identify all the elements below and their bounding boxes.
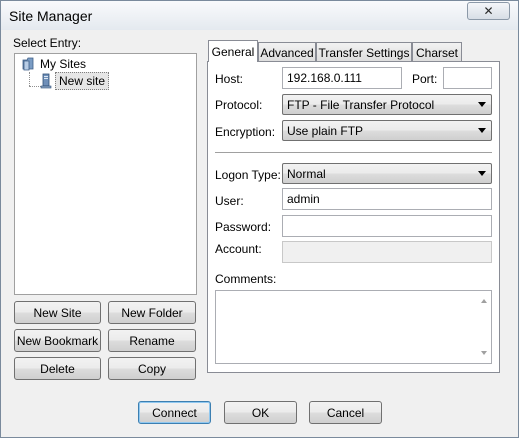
tab-charset[interactable]: Charset bbox=[412, 42, 462, 62]
logon-type-select[interactable]: Normal bbox=[282, 163, 492, 184]
connect-button[interactable]: Connect bbox=[138, 401, 211, 424]
account-input bbox=[282, 241, 492, 263]
computer-icon bbox=[40, 73, 52, 89]
close-button[interactable]: ✕ bbox=[467, 2, 510, 20]
protocol-select-value: FTP - File Transfer Protocol bbox=[287, 98, 435, 112]
ok-button[interactable]: OK bbox=[224, 401, 297, 424]
encryption-select[interactable]: Use plain FTP bbox=[282, 120, 492, 141]
divider bbox=[215, 152, 492, 154]
protocol-label: Protocol: bbox=[215, 98, 263, 112]
folder-icon bbox=[22, 57, 34, 71]
logon-type-label: Logon Type: bbox=[215, 168, 281, 182]
scroll-up-arrow-icon[interactable] bbox=[481, 299, 487, 303]
chevron-down-icon bbox=[478, 128, 486, 133]
delete-button[interactable]: Delete bbox=[14, 357, 101, 380]
tree-item-label: New site bbox=[55, 72, 110, 90]
tab-advanced[interactable]: Advanced bbox=[258, 42, 316, 62]
new-bookmark-button[interactable]: New Bookmark bbox=[14, 329, 101, 352]
comments-label: Comments: bbox=[215, 272, 277, 286]
host-label: Host: bbox=[215, 72, 244, 86]
encryption-select-value: Use plain FTP bbox=[287, 124, 364, 138]
chevron-down-icon bbox=[478, 102, 486, 107]
protocol-select[interactable]: FTP - File Transfer Protocol bbox=[282, 94, 492, 115]
site-manager-window: Site Manager ✕ Select Entry: My Sites Ne… bbox=[0, 0, 519, 438]
tree-connector bbox=[29, 72, 30, 86]
tree-item-my-sites[interactable]: My Sites bbox=[21, 56, 89, 72]
account-label: Account: bbox=[215, 242, 262, 256]
copy-button[interactable]: Copy bbox=[108, 357, 196, 380]
tab-general[interactable]: General bbox=[208, 40, 258, 62]
tab-transfer-settings[interactable]: Transfer Settings bbox=[316, 42, 412, 62]
comments-textarea[interactable] bbox=[215, 290, 492, 364]
tree-item-label: My Sites bbox=[40, 57, 87, 71]
port-label: Port: bbox=[412, 72, 438, 86]
encryption-label: Encryption: bbox=[215, 125, 276, 139]
rename-button[interactable]: Rename bbox=[108, 329, 196, 352]
user-label: User: bbox=[215, 194, 244, 208]
new-site-button[interactable]: New Site bbox=[14, 301, 101, 324]
new-folder-button[interactable]: New Folder bbox=[108, 301, 196, 324]
host-input[interactable]: 192.168.0.111 bbox=[282, 67, 402, 89]
cancel-button[interactable]: Cancel bbox=[309, 401, 382, 424]
password-label: Password: bbox=[215, 220, 272, 234]
scroll-down-arrow-icon[interactable] bbox=[481, 351, 487, 355]
chevron-down-icon bbox=[478, 171, 486, 176]
window-title: Site Manager bbox=[9, 8, 93, 24]
title-bar[interactable]: Site Manager ✕ bbox=[1, 1, 518, 30]
close-icon: ✕ bbox=[483, 4, 494, 18]
logon-type-select-value: Normal bbox=[287, 167, 326, 181]
tree-item-new-site[interactable]: New site bbox=[39, 72, 110, 90]
site-tree[interactable]: My Sites New site bbox=[14, 53, 197, 295]
password-input[interactable] bbox=[282, 215, 492, 237]
select-entry-label: Select Entry: bbox=[13, 36, 82, 50]
user-input[interactable]: admin bbox=[282, 188, 492, 210]
port-input[interactable] bbox=[443, 67, 492, 89]
